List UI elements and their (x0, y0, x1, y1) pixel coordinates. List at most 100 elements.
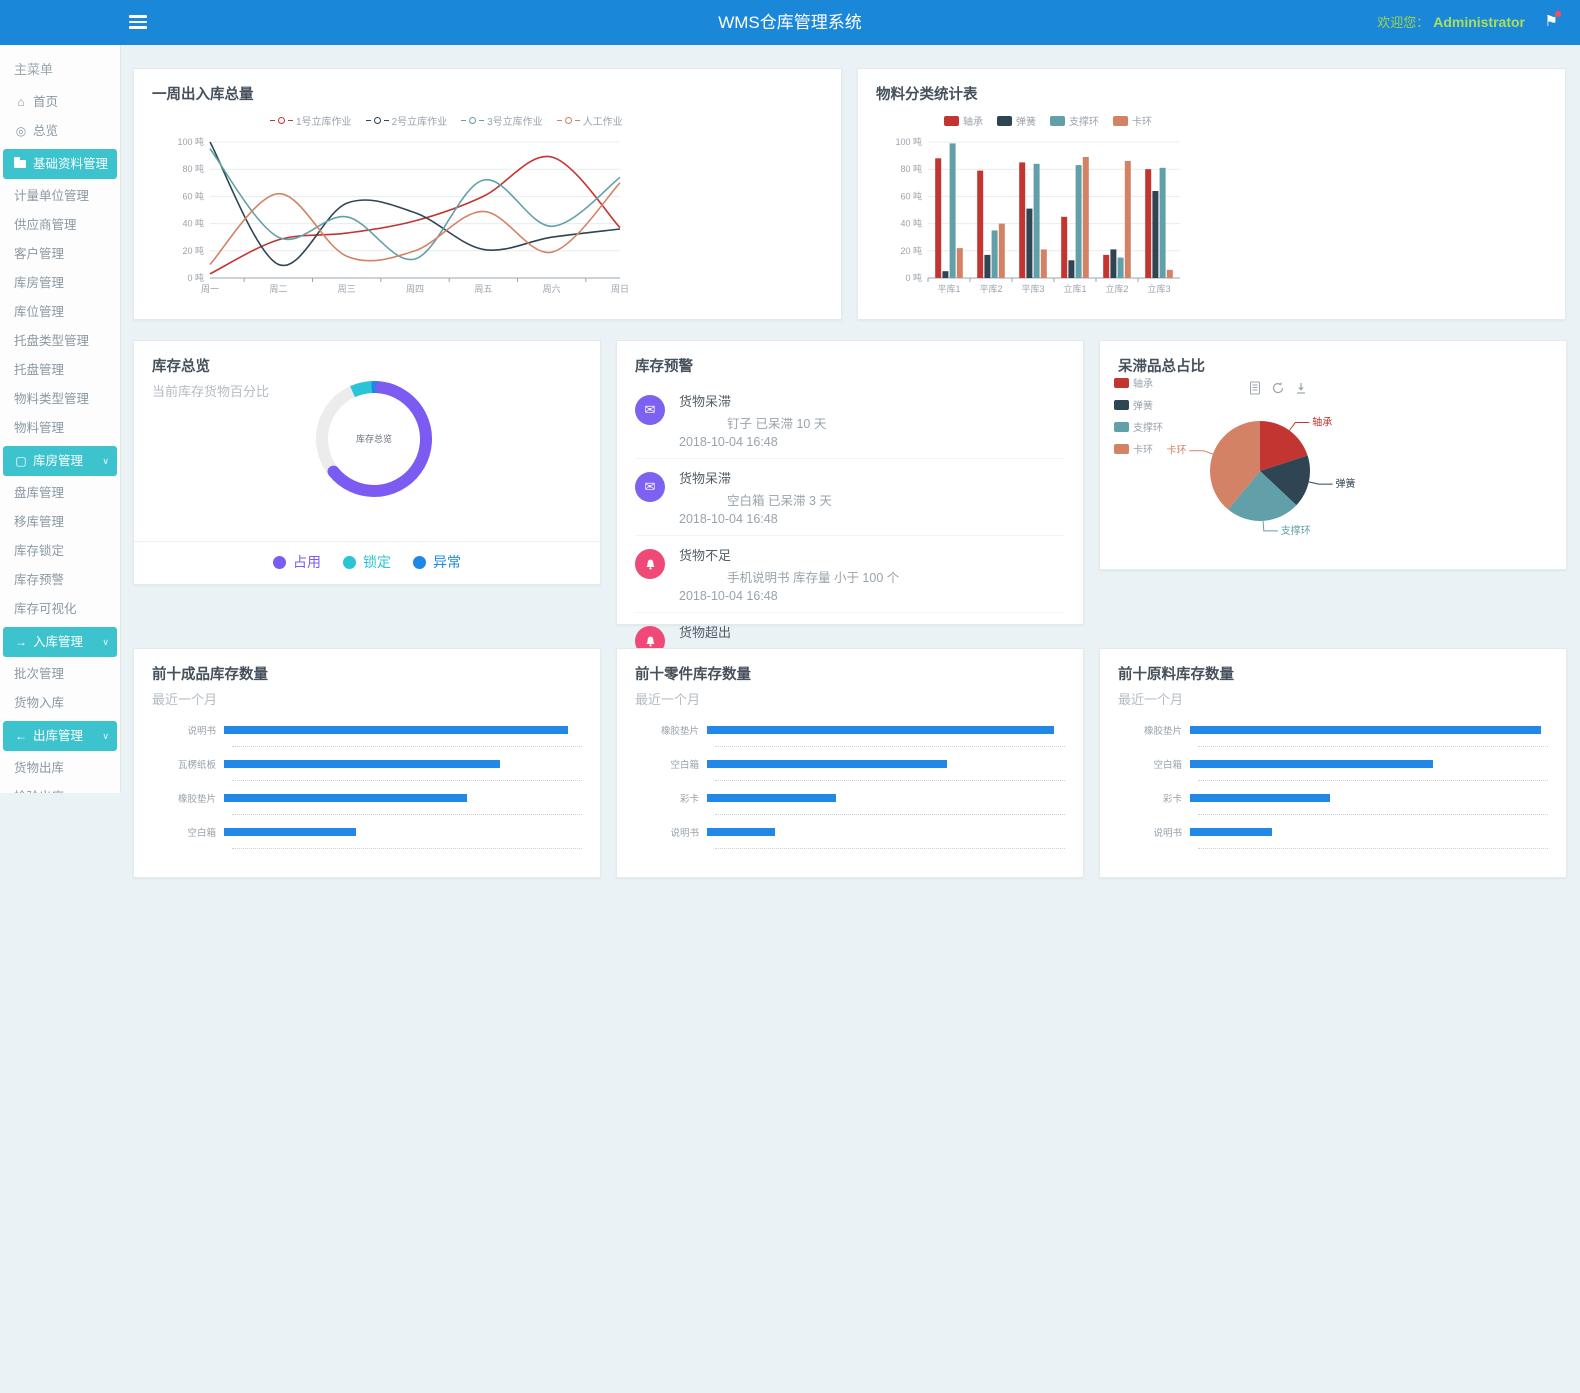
sidebar-item-托盘类型管理[interactable]: 托盘类型管理 (0, 327, 120, 356)
legend-line-mark (461, 120, 466, 121)
alert-text: 货物不足手机说明书 库存量 小于 100 个2018-10-04 16:48 (679, 545, 899, 603)
sidebar: 主菜单 ⌂首页◎总览基础资料管理计量单位管理供应商管理客户管理库房管理库位管理托… (0, 45, 121, 793)
hbar-track (224, 794, 582, 802)
sidebar-item-货物入库[interactable]: 货物入库 (0, 689, 120, 718)
card-inventory-alerts: 库存预警 ✉货物呆滞钉子 已呆滞 10 天2018-10-04 16:48✉货物… (616, 340, 1084, 625)
sidebar-item-label: 物料类型管理 (14, 385, 89, 414)
sidebar-item-供应商管理[interactable]: 供应商管理 (0, 211, 120, 240)
bar-立库2-弹簧 (1110, 249, 1116, 278)
bar-平库1-弹簧 (942, 271, 948, 278)
pie-leader-支撑环 (1263, 521, 1278, 531)
sidebar-item-检验出库[interactable]: 检验出库 (0, 783, 120, 793)
donut-legend: 占用 锁定 异常 (134, 552, 600, 572)
bar-平库3-支撑环 (1034, 164, 1040, 278)
sidebar-item-库位管理[interactable]: 库位管理 (0, 298, 120, 327)
sidebar-item-label: 托盘类型管理 (14, 327, 89, 356)
x-tick-label: 平库1 (937, 283, 960, 294)
hbar-dotted-gridline (715, 838, 1065, 849)
sidebar-item-label: 检验出库 (14, 783, 64, 793)
hbar-dotted-gridline (715, 770, 1065, 781)
line-chart-legend: 1号立库作业 2号立库作业 3号立库作业人工作业 (270, 113, 823, 128)
hbar-chart-finished: 说明书瓦楞纸板橡胶垫片空白箱 (152, 724, 582, 849)
sidebar-item-出库管理[interactable]: ←出库管理∨ (3, 721, 117, 751)
bar-立库3-支撑环 (1160, 168, 1166, 278)
alert-desc: 空白箱 已呆滞 3 天 (679, 490, 832, 509)
y-tick-label: 80 吨 (182, 163, 204, 174)
hbar-dotted-gridline (1198, 770, 1548, 781)
x-tick-label: 立库1 (1063, 283, 1086, 294)
legend-item-支撑环[interactable]: 支撑环 (1050, 113, 1099, 128)
pie-label-支撑环: 支撑环 (1281, 524, 1311, 537)
sidebar-item-label: 货物出库 (14, 754, 64, 783)
bar-立库1-轴承 (1061, 217, 1067, 278)
sidebar-item-库存预警[interactable]: 库存预警 (0, 566, 120, 595)
sidebar-item-物料类型管理[interactable]: 物料类型管理 (0, 385, 120, 414)
legend-item-轴承[interactable]: 轴承 (944, 113, 983, 128)
legend-item-2号立库作业[interactable]: 2号立库作业 (366, 113, 448, 128)
y-tick-label: 20 吨 (900, 245, 922, 256)
legend-swatch (997, 116, 1012, 126)
sidebar-item-客户管理[interactable]: 客户管理 (0, 240, 120, 269)
x-tick-label: 周六 (543, 283, 561, 294)
sidebar-item-库房管理[interactable]: 库房管理 (0, 269, 120, 298)
pie-leader-弹簧 (1309, 482, 1333, 484)
notification-flag-icon[interactable]: ⚑ (1545, 12, 1558, 30)
sidebar-item-托盘管理[interactable]: 托盘管理 (0, 356, 120, 385)
card-stagnant-ratio: 呆滞品总占比 轴承弹簧支撑环卡环 轴承弹簧支撑环卡环 (1099, 340, 1567, 570)
bar-平库2-卡环 (999, 224, 1005, 278)
legend-item-人工作业[interactable]: 人工作业 (557, 113, 623, 128)
sidebar-menu: ⌂首页◎总览基础资料管理计量单位管理供应商管理客户管理库房管理库位管理托盘类型管… (0, 88, 120, 793)
legend-item-卡环[interactable]: 卡环 (1113, 113, 1152, 128)
card-subtitle: 最近一个月 (152, 689, 582, 708)
legend-item-3号立库作业[interactable]: 3号立库作业 (461, 113, 543, 128)
sidebar-item-库房管理[interactable]: ▢库房管理∨ (3, 446, 117, 476)
weekly-line-chart: 0 吨20 吨40 吨60 吨80 吨100 吨周一周二周三周四周五周六周日 (152, 128, 802, 318)
x-tick-label: 立库2 (1105, 283, 1128, 294)
sidebar-item-总览[interactable]: ◎总览 (0, 117, 120, 146)
legend-label: 轴承 (963, 113, 983, 128)
legend-label: 异常 (433, 552, 461, 572)
sidebar-item-批次管理[interactable]: 批次管理 (0, 660, 120, 689)
legend-item-弹簧[interactable]: 弹簧 (997, 113, 1036, 128)
sidebar-item-入库管理[interactable]: →入库管理∨ (3, 627, 117, 657)
x-tick-label: 周五 (474, 284, 492, 294)
alert-desc: 手机说明书 库存量 小于 100 个 (679, 567, 899, 586)
sidebar-item-label: 移库管理 (14, 508, 64, 537)
sidebar-item-货物出库[interactable]: 货物出库 (0, 754, 120, 783)
legend-label: 支撑环 (1069, 113, 1099, 128)
sidebar-item-盘库管理[interactable]: 盘库管理 (0, 479, 120, 508)
sidebar-item-首页[interactable]: ⌂首页 (0, 88, 120, 117)
x-tick-label: 立库3 (1147, 283, 1170, 294)
hbar-label: 空白箱 (152, 825, 224, 839)
alert-time: 2018-10-04 16:48 (679, 512, 832, 526)
legend-item-1号立库作业[interactable]: 1号立库作业 (270, 113, 352, 128)
hbar-bar (707, 726, 1054, 734)
hbar-row-说明书: 说明书 (635, 826, 1065, 838)
sidebar-item-库存可视化[interactable]: 库存可视化 (0, 595, 120, 624)
card-top10-finished: 前十成品库存数量 最近一个月 说明书瓦楞纸板橡胶垫片空白箱 (133, 648, 601, 878)
hbar-track (707, 794, 1065, 802)
sidebar-item-label: 批次管理 (14, 660, 64, 689)
bar-立库3-卡环 (1167, 270, 1173, 278)
hbar-row-橡胶垫片: 橡胶垫片 (635, 724, 1065, 736)
hbar-chart-parts: 橡胶垫片空白箱彩卡说明书 (635, 724, 1065, 849)
hbar-dotted-gridline (1198, 736, 1548, 747)
hbar-bar (1190, 828, 1272, 836)
sidebar-section-label: 主菜单 (0, 45, 120, 88)
welcome-text: 欢迎您：Administrator (1377, 0, 1525, 45)
hbar-row-说明书: 说明书 (1118, 826, 1548, 838)
sidebar-item-基础资料管理[interactable]: 基础资料管理 (3, 149, 117, 179)
sidebar-item-计量单位管理[interactable]: 计量单位管理 (0, 182, 120, 211)
sidebar-item-label: 库存预警 (14, 566, 64, 595)
alert-item: ✉货物呆滞钉子 已呆滞 10 天2018-10-04 16:48 (635, 382, 1065, 459)
legend-item-占用[interactable]: 占用 (273, 552, 321, 572)
sidebar-item-库存锁定[interactable]: 库存锁定 (0, 537, 120, 566)
home-icon: ⌂ (14, 88, 28, 117)
sidebar-item-物料管理[interactable]: 物料管理 (0, 414, 120, 443)
username[interactable]: Administrator (1433, 14, 1525, 30)
hbar-track (224, 760, 582, 768)
legend-item-锁定[interactable]: 锁定 (343, 552, 391, 572)
chevron-down-icon: ∨ (102, 446, 109, 476)
legend-item-异常[interactable]: 异常 (413, 552, 461, 572)
sidebar-item-移库管理[interactable]: 移库管理 (0, 508, 120, 537)
